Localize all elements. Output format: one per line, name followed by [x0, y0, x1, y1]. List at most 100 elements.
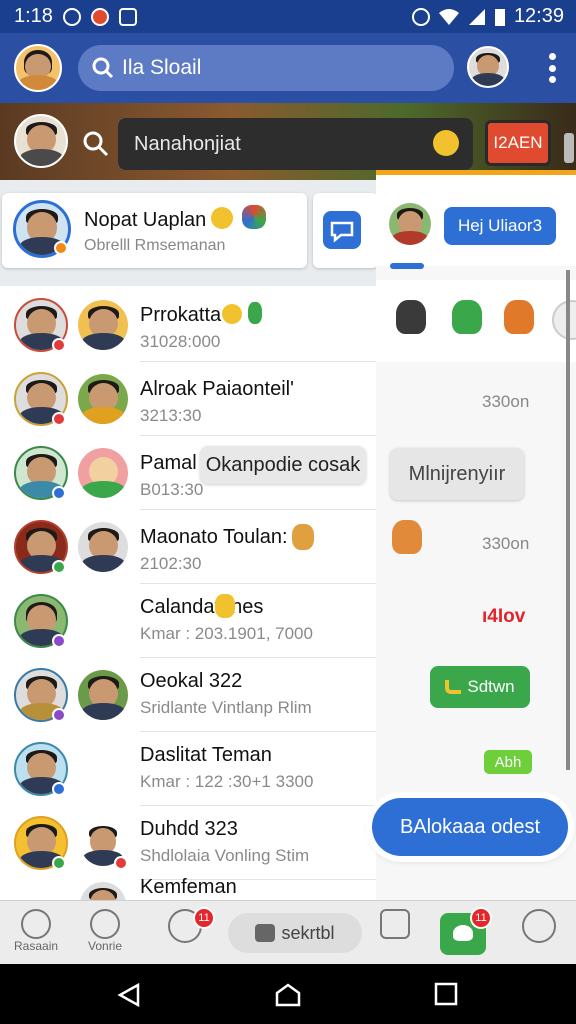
signal-icon	[468, 8, 485, 25]
tab-indicator	[390, 263, 424, 269]
featured-name: Nopat Uaplan	[84, 209, 207, 231]
alarm-icon	[62, 7, 81, 26]
list-item[interactable]: Maonato Toulan: 2102:30	[0, 512, 376, 584]
nav-item-home[interactable]: Rasaain	[14, 909, 58, 953]
message-icon	[255, 924, 276, 942]
status-dot	[52, 338, 66, 352]
banner-search-icon[interactable]	[83, 131, 109, 157]
status-time-right: 12:39	[513, 5, 564, 27]
chat-bubble-icon	[323, 211, 361, 249]
status-dot	[52, 412, 66, 426]
account-avatar[interactable]	[467, 46, 509, 88]
banner-red-button[interactable]: I2AEN	[485, 120, 551, 166]
featured-subtitle: Obrelll Rmsemanan	[84, 237, 226, 254]
green-bubble-text: Sdtwn	[467, 677, 515, 696]
app-bar: Ila Sloail	[0, 33, 576, 103]
chat-badge: 11	[193, 907, 215, 929]
scrollbar[interactable]	[566, 270, 570, 770]
nav-label: Vonrie	[88, 939, 123, 953]
sticker-icon	[392, 520, 422, 554]
profile-icon	[90, 909, 121, 939]
banner: Nanahonjiat I2AEN	[0, 103, 576, 180]
status-dot	[52, 634, 66, 648]
system-navigation	[0, 964, 576, 1024]
list-item[interactable]: Duhdd 323 Shdlolaia Vonling Stim	[0, 808, 376, 880]
alert-text: ı4Iov	[482, 606, 526, 627]
search-bar[interactable]: Ila Sloail	[78, 45, 454, 91]
profile-avatar[interactable]	[14, 44, 62, 92]
scroll-handle[interactable]	[564, 133, 574, 163]
featured-sticker-icon	[242, 205, 266, 229]
list-item[interactable]: Oeokal 322 Sridlante Vintlanp Rlim	[0, 660, 376, 732]
featured-status-dot	[54, 241, 68, 255]
contact-avatar-secondary	[78, 670, 128, 720]
list-item[interactable]: Calandatones Kmar : 203.1901, 7000	[0, 586, 376, 658]
tooltip: Okanpodie cosak	[200, 446, 366, 484]
status-dot	[52, 782, 66, 796]
contact-name: Kemfeman	[140, 876, 237, 898]
green-chip[interactable]: Abh	[484, 750, 532, 774]
fab-button[interactable]: BAlokaaa odest	[372, 798, 568, 856]
nav-label: Rasaain	[14, 939, 59, 953]
contact-avatar-secondary	[78, 300, 128, 350]
app-notification-icon	[90, 7, 109, 26]
sticker-icon[interactable]	[396, 300, 426, 334]
more-menu-icon[interactable]	[548, 53, 556, 83]
sticker-icon[interactable]	[452, 300, 482, 334]
alarm-clock-icon	[411, 7, 430, 26]
right-panel: Hej Uliaor3 330on Mlnijrenyiır 330on ı4I…	[376, 170, 576, 900]
battery-icon	[494, 8, 505, 26]
location-icon	[522, 909, 556, 943]
emoji-icon	[222, 304, 242, 324]
sticker-icon[interactable]	[504, 300, 534, 334]
right-action-button[interactable]: Hej Uliaor3	[444, 207, 556, 245]
more-stickers-icon[interactable]	[552, 300, 576, 340]
status-dot	[52, 856, 66, 870]
nav-item-robot[interactable]	[380, 909, 410, 939]
sticker-icon	[292, 524, 314, 550]
nav-item-profile[interactable]: Vonrie	[88, 909, 122, 953]
contact-name: Alroak Paiaonteil'	[140, 378, 294, 400]
chat-active-icon	[453, 925, 473, 941]
contact-name: Maonato Toulan:	[140, 526, 288, 548]
contact-avatar-secondary	[78, 522, 128, 572]
contact-sub: 3213:30	[140, 406, 202, 425]
green-bubble[interactable]: Sdtwn	[430, 666, 530, 708]
banner-search-text: Nanahonjiat	[134, 132, 241, 155]
nav-item-location[interactable]	[522, 909, 556, 943]
contact-avatar	[80, 882, 126, 900]
search-text: Ila Sloail	[122, 56, 202, 79]
contact-sub: 2102:30	[140, 554, 202, 573]
recents-icon[interactable]	[434, 982, 458, 1006]
chat-shortcut-card[interactable]	[313, 193, 378, 268]
status-dot-secondary	[114, 856, 128, 870]
list-item[interactable]: Alroak Paiaonteil' 3213:30	[0, 364, 376, 436]
message-bubble[interactable]: Mlnijrenyiır	[390, 448, 524, 500]
list-item[interactable]: Daslitat Teman Kmar : 122 :30+1 3300	[0, 734, 376, 806]
contact-list: Prrokatta 31028:000 Alroak Paiaonteil' 3…	[0, 286, 376, 900]
back-icon[interactable]	[116, 982, 142, 1008]
status-dot	[52, 486, 66, 500]
list-item[interactable]: Kemfeman	[0, 876, 376, 900]
home-nav-icon[interactable]	[274, 982, 302, 1008]
contact-sub: 31028:000	[140, 332, 221, 351]
message-notification-icon	[118, 7, 137, 26]
home-icon	[21, 909, 52, 939]
status-dot	[52, 708, 66, 722]
sticker-icon	[248, 302, 262, 324]
thumb-icon	[445, 680, 462, 694]
contact-avatar-secondary	[78, 374, 128, 424]
banner-avatar[interactable]	[14, 114, 68, 168]
banner-search-field[interactable]: Nanahonjiat	[118, 118, 473, 170]
featured-card[interactable]: Nopat Uaplan Obrelll Rmsemanan	[2, 193, 307, 268]
list-item[interactable]: Prrokatta 31028:000	[0, 290, 376, 362]
contact-name: Pamal	[140, 452, 197, 474]
sticker-icon	[215, 594, 235, 618]
nav-pill[interactable]: sekrtbl	[228, 913, 362, 953]
active-badge: 11	[470, 907, 492, 929]
contact-name: Duhdd 323	[140, 818, 238, 840]
emoji-icon[interactable]	[433, 130, 459, 156]
message-time: 330on	[482, 392, 530, 411]
robot-icon	[380, 909, 410, 939]
contact-sub: Kmar : 203.1901, 7000	[140, 624, 313, 643]
